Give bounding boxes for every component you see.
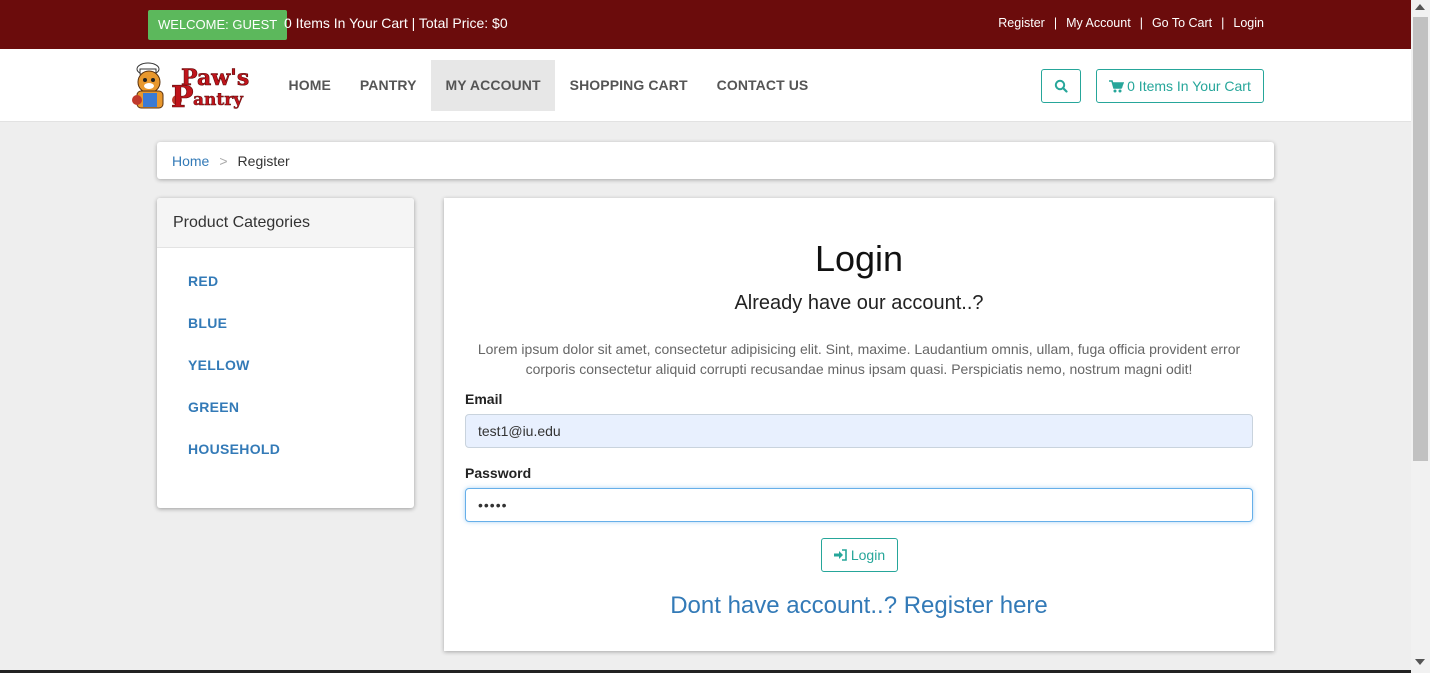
- login-button[interactable]: Login: [821, 538, 898, 572]
- login-subtitle: Already have our account..?: [734, 292, 984, 314]
- breadcrumb: Home > Register: [157, 142, 1274, 179]
- login-description: Lorem ipsum dolor sit amet, consectetur …: [477, 341, 1241, 377]
- top-bar: WELCOME: GUEST 0 Items In Your Cart | To…: [0, 0, 1411, 49]
- top-link-login[interactable]: Login: [1233, 16, 1264, 30]
- header-cart-label: 0 Items In Your Cart: [1127, 78, 1251, 94]
- page-title: Login: [814, 238, 904, 279]
- welcome-badge: WELCOME: GUEST: [148, 10, 288, 40]
- search-icon: [1054, 79, 1068, 93]
- main-navbar: Paw's P antry HOME PANTRY MY ACCOUNT SHO…: [0, 49, 1411, 122]
- category-green[interactable]: GREEN: [188, 399, 239, 415]
- list-item: YELLOW: [157, 354, 414, 396]
- top-links: Register | My Account | Go To Cart | Log…: [998, 16, 1264, 30]
- nav-pantry[interactable]: PANTRY: [345, 60, 431, 111]
- login-panel: Login Already have our account..? Lorem …: [444, 198, 1274, 651]
- page-scrollbar[interactable]: [1411, 0, 1430, 673]
- password-field[interactable]: [465, 488, 1253, 522]
- list-item: HOUSEHOLD: [157, 438, 414, 480]
- scroll-up-arrow-icon[interactable]: [1415, 4, 1425, 10]
- category-blue[interactable]: BLUE: [188, 315, 227, 331]
- top-link-my-account[interactable]: My Account: [1066, 16, 1131, 30]
- list-item: RED: [157, 270, 414, 312]
- nav-home[interactable]: HOME: [274, 60, 345, 111]
- breadcrumb-current: Register: [237, 152, 290, 169]
- header-cart-button[interactable]: 0 Items In Your Cart: [1096, 69, 1264, 103]
- category-yellow[interactable]: YELLOW: [188, 357, 250, 373]
- nav-shopping-cart[interactable]: SHOPPING CART: [555, 60, 702, 111]
- nav-contact-us[interactable]: CONTACT US: [702, 60, 823, 111]
- separator: |: [1221, 16, 1225, 30]
- nav-menu: HOME PANTRY MY ACCOUNT SHOPPING CART CON…: [274, 60, 823, 111]
- search-button[interactable]: [1041, 69, 1081, 103]
- scroll-thumb[interactable]: [1413, 17, 1428, 461]
- list-item: BLUE: [157, 312, 414, 354]
- shopping-cart-icon: [1109, 79, 1125, 92]
- sign-in-icon: [833, 549, 847, 561]
- login-button-label: Login: [850, 547, 886, 563]
- product-categories-panel: Product Categories RED BLUE YELLOW GREEN…: [157, 198, 414, 508]
- breadcrumb-separator: >: [219, 152, 228, 169]
- email-field[interactable]: [465, 414, 1253, 448]
- separator: |: [1053, 16, 1058, 30]
- breadcrumb-home[interactable]: Home: [172, 153, 209, 169]
- list-item: GREEN: [157, 396, 414, 438]
- category-list: RED BLUE YELLOW GREEN HOUSEHOLD: [157, 248, 414, 480]
- categories-heading: Product Categories: [157, 198, 414, 248]
- top-link-register[interactable]: Register: [998, 16, 1045, 30]
- nav-my-account[interactable]: MY ACCOUNT: [431, 60, 556, 111]
- scroll-down-arrow-icon[interactable]: [1415, 659, 1425, 665]
- register-link[interactable]: Dont have account..? Register here: [444, 592, 1274, 620]
- svg-text:P: P: [171, 80, 194, 110]
- top-link-go-to-cart[interactable]: Go To Cart: [1152, 16, 1212, 30]
- cart-summary: 0 Items In Your Cart | Total Price: $0: [284, 15, 508, 31]
- password-label: Password: [465, 465, 532, 481]
- svg-text:antry: antry: [193, 90, 244, 110]
- separator: |: [1139, 16, 1143, 30]
- email-label: Email: [465, 391, 503, 407]
- category-red[interactable]: RED: [188, 273, 218, 289]
- category-household[interactable]: HOUSEHOLD: [188, 441, 280, 457]
- site-logo[interactable]: Paw's P antry: [131, 60, 259, 115]
